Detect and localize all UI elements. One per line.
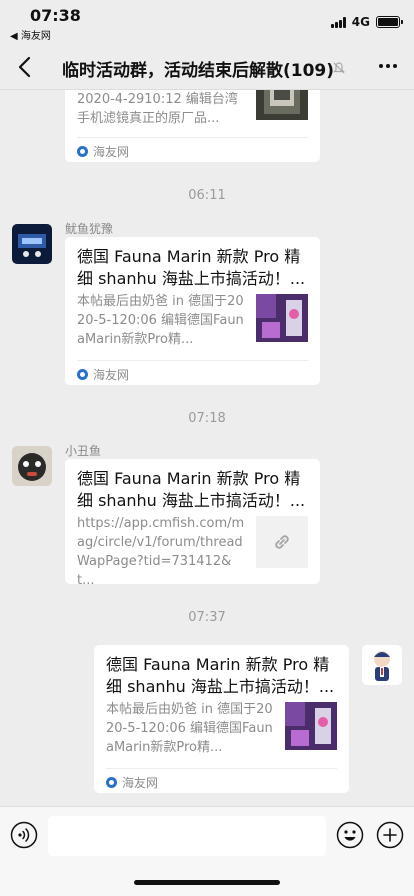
sender-name: 鱿鱼犹豫 <box>65 222 114 236</box>
avatar[interactable] <box>12 446 52 486</box>
card-source-name: 海友网 <box>93 145 130 159</box>
back-to-app-link[interactable]: ◀ 海友网 <box>10 27 51 42</box>
back-chevron-icon[interactable] <box>14 53 38 81</box>
link-card[interactable]: 德国 Fauna Marin 新款 Pro 精细 shanhu 海盐上市搞活动！… <box>94 645 349 793</box>
card-source: 海友网 <box>106 774 158 791</box>
avatar[interactable] <box>362 645 402 685</box>
card-source-name: 海友网 <box>93 368 130 382</box>
home-indicator[interactable] <box>134 880 280 885</box>
voice-icon[interactable] <box>10 821 38 853</box>
link-card[interactable]: 德国 Fauna Marin 新款 Pro 精细 shanhu 海盐上市搞活动！… <box>65 459 320 588</box>
card-title: 德国 Fauna Marin 新款 Pro 精细 shanhu 海盐上市搞活动！… <box>77 247 306 288</box>
card-title: 德国 Fauna Marin 新款 Pro 精细 shanhu 海盐上市搞活动！… <box>77 469 306 510</box>
chat-title: 临时活动群，活动结束后解散(109) <box>62 61 335 81</box>
status-bar: 07:38 ◀ 海友网 4G <box>0 0 414 44</box>
source-app-icon <box>106 777 117 788</box>
status-time: 07:38 <box>30 6 81 25</box>
status-indicators: 4G <box>330 15 403 29</box>
sender-name: 小丑鱼 <box>65 444 102 458</box>
message-input[interactable] <box>48 816 326 856</box>
card-thumbnail <box>256 294 308 342</box>
card-description: 2020-4-2910:12 编辑台湾手机滤镜真正的原厂品... <box>77 92 238 126</box>
card-source-name: 海友网 <box>122 776 159 790</box>
link-card[interactable]: 德国 Fauna Marin 新款 Pro 精细 shanhu 海盐上市搞活动！… <box>65 237 320 385</box>
card-url: https://app.cmfish.com/mag/circle/v1/for… <box>77 516 245 588</box>
timestamp: 06:11 <box>188 188 226 203</box>
battery-icon <box>376 16 403 28</box>
card-divider <box>77 360 308 361</box>
network-type: 4G <box>351 15 370 29</box>
card-source: 海友网 <box>77 366 129 383</box>
card-description: 本帖最后由奶爸 in 德国于2020-5-120:06 编辑德国FaunaMar… <box>77 294 244 347</box>
card-thumbnail <box>285 702 337 750</box>
message-list[interactable]: 2020-4-2910:12 编辑台湾手机滤镜真正的原厂品... 海友网 06:… <box>0 90 414 806</box>
card-title: 德国 Fauna Marin 新款 Pro 精细 shanhu 海盐上市搞活动！… <box>106 655 335 696</box>
card-divider <box>106 768 337 769</box>
chat-header: 临时活动群，活动结束后解散(109) <box>0 44 414 90</box>
more-icon[interactable] <box>378 58 398 78</box>
card-thumbnail <box>256 90 308 120</box>
signal-icon <box>330 16 346 28</box>
mute-bell-icon <box>332 60 346 79</box>
card-divider <box>77 137 308 138</box>
timestamp: 07:37 <box>188 610 226 625</box>
link-card[interactable]: 2020-4-2910:12 编辑台湾手机滤镜真正的原厂品... 海友网 <box>65 90 320 162</box>
plus-icon[interactable] <box>376 821 404 853</box>
emoji-icon[interactable] <box>336 821 364 853</box>
avatar[interactable] <box>12 224 52 264</box>
link-icon <box>256 516 308 568</box>
card-description: 本帖最后由奶爸 in 德国于2020-5-120:06 编辑德国FaunaMar… <box>106 702 273 755</box>
source-app-icon <box>77 369 88 380</box>
source-app-icon <box>77 146 88 157</box>
card-source: 海友网 <box>77 143 129 160</box>
timestamp: 07:18 <box>188 411 226 426</box>
